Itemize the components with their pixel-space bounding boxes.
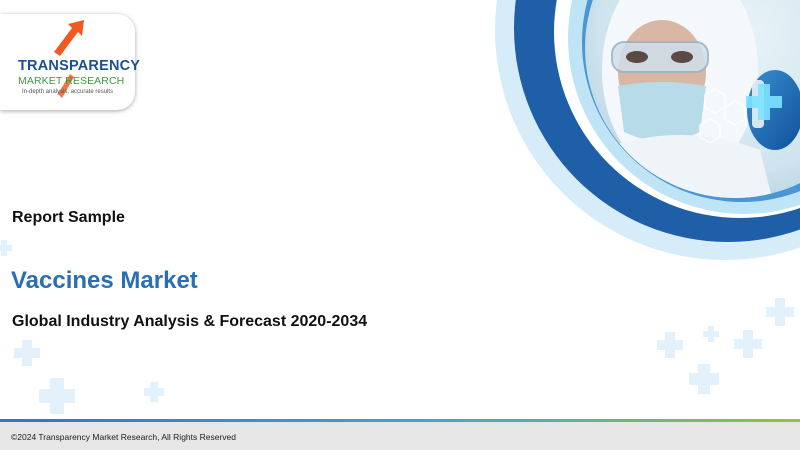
report-cover-slide: TRANSPARENCY MARKET RESEARCH In-depth an… — [0, 0, 800, 450]
medical-cross-icon — [0, 240, 12, 256]
report-title: Vaccines Market — [11, 267, 198, 294]
medical-cross-icon — [657, 332, 683, 358]
medical-cross-icon — [703, 326, 719, 342]
medical-cross-icon — [766, 298, 794, 326]
footer-bar: ©2024 Transparency Market Research, All … — [0, 422, 800, 450]
company-logo: TRANSPARENCY MARKET RESEARCH In-depth an… — [0, 14, 141, 110]
logo-name-line1: TRANSPARENCY — [18, 58, 141, 74]
medical-cross-icon — [144, 382, 164, 402]
report-label: Report Sample — [12, 209, 125, 226]
medical-cross-icon — [689, 364, 719, 394]
report-subtitle: Global Industry Analysis & Forecast 2020… — [12, 313, 368, 330]
medical-cross-icon — [14, 340, 40, 366]
copyright-text: ©2024 Transparency Market Research, All … — [11, 432, 237, 442]
logo-name-line2: MARKET RESEARCH — [18, 75, 125, 87]
logo-tagline: In-depth analysis, accurate results — [22, 89, 114, 95]
medical-cross-icon — [734, 330, 762, 358]
medical-cross-icon — [39, 378, 75, 414]
